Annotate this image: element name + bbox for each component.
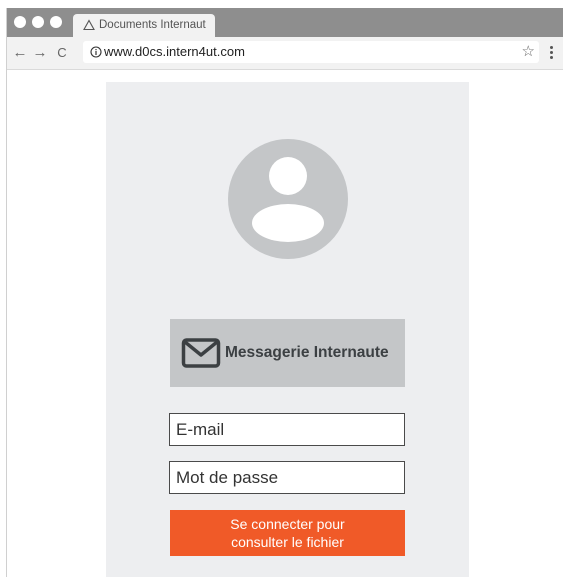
browser-tab[interactable]: Documents Internaut	[73, 14, 215, 37]
login-submit-button[interactable]: Se connecter pour consulter le fichier	[170, 510, 405, 556]
kebab-menu-icon[interactable]	[545, 43, 559, 63]
tab-bar: Documents Internaut	[7, 8, 563, 37]
info-icon[interactable]	[90, 46, 102, 58]
back-icon[interactable]: ←	[11, 43, 29, 63]
warning-triangle-icon	[83, 19, 95, 31]
url-text[interactable]: www.d0cs.intern4ut.com	[104, 44, 245, 59]
email-field-box	[169, 413, 405, 446]
tab-title: Documents Internaut	[99, 19, 206, 31]
email-input[interactable]	[170, 414, 404, 445]
forward-icon[interactable]: →	[31, 43, 49, 63]
bookmark-star-icon[interactable]: ☆	[522, 42, 535, 60]
brand-label: Messagerie Internaute	[225, 344, 389, 361]
submit-label-line2: consulter le fichier	[231, 534, 344, 550]
browser-toolbar: ← → C www.d0cs.intern4ut.com ☆	[7, 37, 563, 70]
address-bar[interactable]: www.d0cs.intern4ut.com ☆	[83, 41, 539, 63]
password-input[interactable]	[170, 462, 404, 493]
submit-label-line1: Se connecter pour	[230, 516, 345, 532]
window-maximize-dot[interactable]	[50, 16, 62, 28]
login-panel: Messagerie Internaute Se connecter pour …	[106, 82, 469, 577]
messagerie-brand-box: Messagerie Internaute	[170, 319, 405, 387]
user-avatar-icon	[228, 139, 348, 259]
window-close-dot[interactable]	[14, 16, 26, 28]
password-field-box	[169, 461, 405, 494]
envelope-icon	[181, 338, 221, 368]
window-minimize-dot[interactable]	[32, 16, 44, 28]
reload-icon[interactable]: C	[53, 43, 71, 63]
